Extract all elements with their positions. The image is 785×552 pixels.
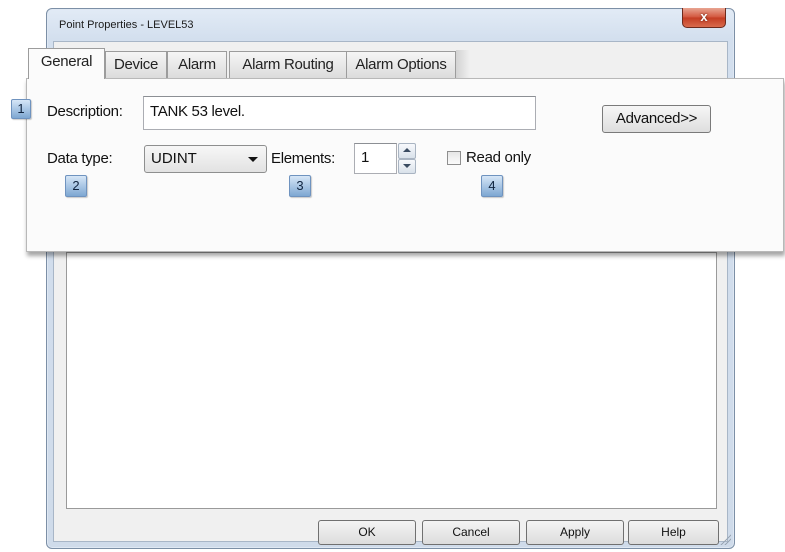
general-tab-callout: 1 Description: TANK 53 level. Advanced>>… <box>11 78 784 252</box>
spin-down-icon <box>403 164 411 168</box>
close-icon: x <box>700 9 708 24</box>
title-bar[interactable]: Point Properties - LEVEL53 x <box>47 8 734 41</box>
read-only-label: Read only <box>466 149 531 166</box>
tab-alarm-routing[interactable]: Alarm Routing <box>229 51 347 78</box>
tab-strip-shadow <box>456 50 470 78</box>
elements-spin-up[interactable] <box>398 143 416 159</box>
data-type-select[interactable]: UDINT <box>144 145 267 173</box>
cancel-button[interactable]: Cancel <box>422 520 520 545</box>
resize-grip-icon[interactable] <box>719 533 731 545</box>
tab-content-panel <box>66 252 717 509</box>
close-button[interactable]: x <box>682 8 726 28</box>
tab-device[interactable]: Device <box>105 51 167 78</box>
tab-alarm[interactable]: Alarm <box>167 51 227 78</box>
window-title: Point Properties - LEVEL53 <box>59 19 194 31</box>
ok-button[interactable]: OK <box>318 520 416 545</box>
read-only-checkbox[interactable] <box>447 151 461 165</box>
description-label: Description: <box>47 103 123 120</box>
marker-4: 4 <box>481 175 503 197</box>
marker-3: 3 <box>289 175 311 197</box>
data-type-label: Data type: <box>47 150 113 167</box>
marker-2: 2 <box>65 175 87 197</box>
marker-1: 1 <box>11 99 31 119</box>
elements-input[interactable]: 1 <box>354 143 397 174</box>
description-input[interactable]: TANK 53 level. <box>143 96 536 130</box>
elements-label: Elements: <box>271 150 335 167</box>
data-type-value: UDINT <box>151 150 197 167</box>
tab-alarm-options[interactable]: Alarm Options <box>346 51 456 78</box>
spin-up-icon <box>403 148 411 152</box>
tab-general[interactable]: General <box>28 48 105 79</box>
help-button[interactable]: Help <box>628 520 719 545</box>
advanced-button[interactable]: Advanced>> <box>602 105 711 133</box>
elements-spin-down[interactable] <box>398 159 416 174</box>
apply-button[interactable]: Apply <box>526 520 624 545</box>
chevron-down-icon <box>248 157 258 162</box>
